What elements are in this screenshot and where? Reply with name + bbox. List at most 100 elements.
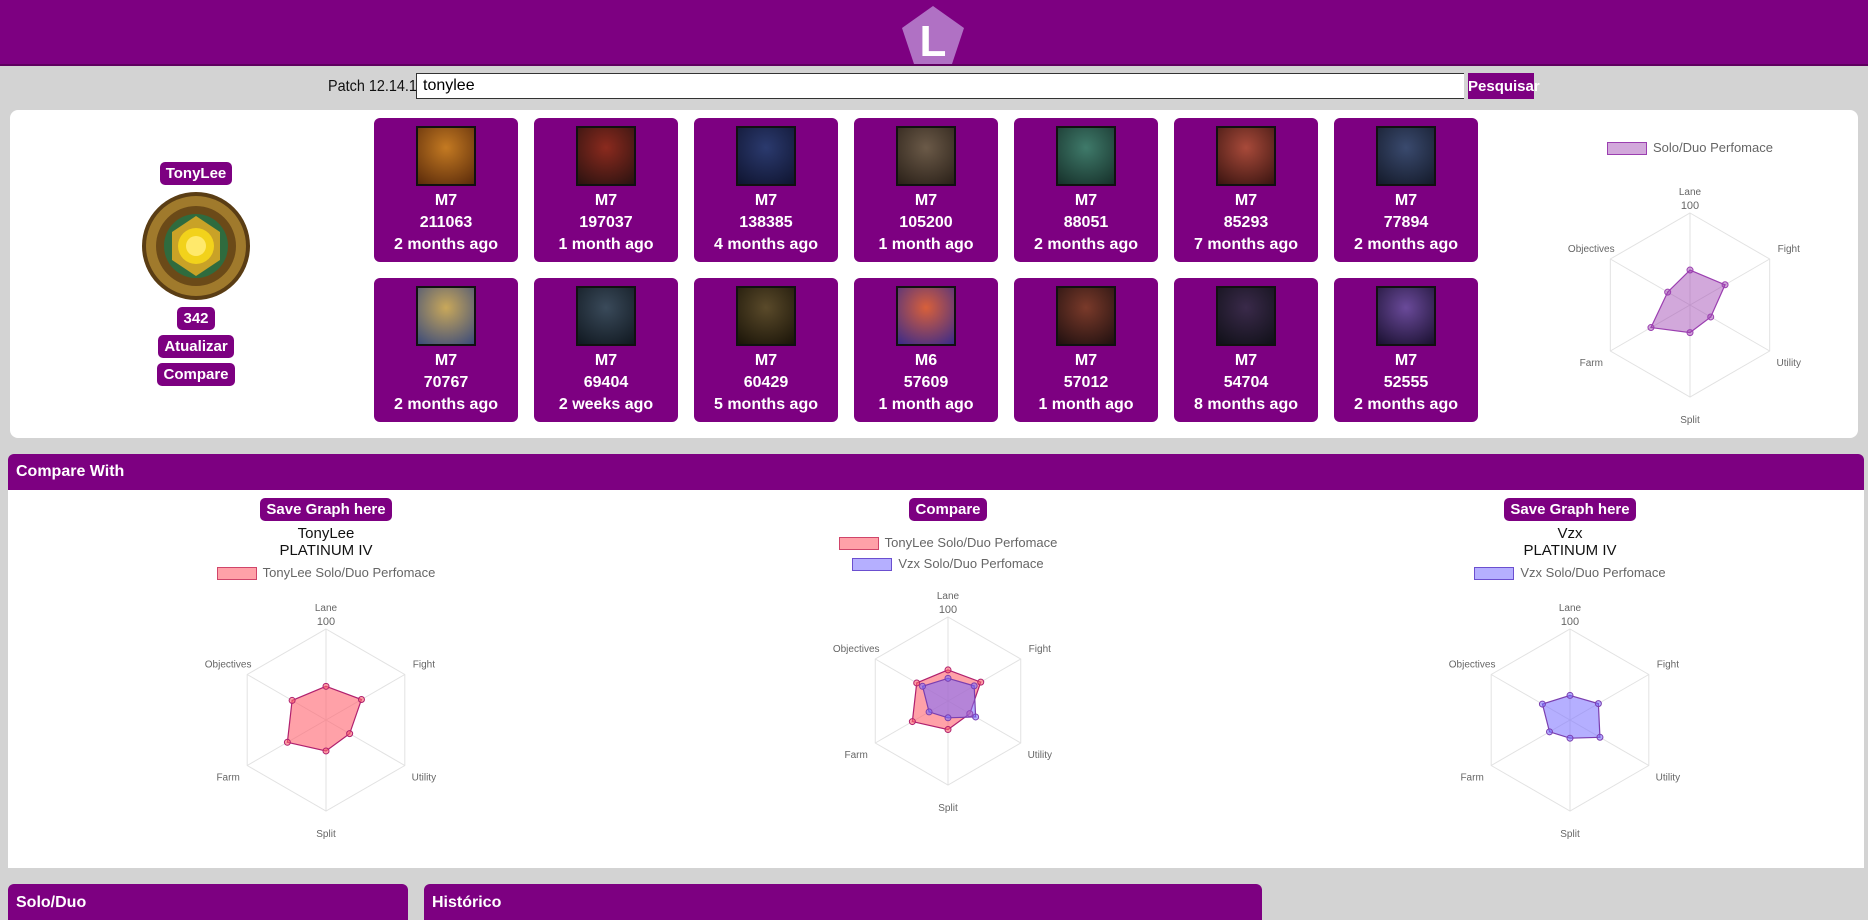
compare-button[interactable]: Compare <box>157 363 235 386</box>
champion-card[interactable]: M7 211063 2 months ago <box>374 118 518 262</box>
radar-data-point <box>322 682 330 690</box>
champion-mastery-points: 88051 <box>1063 214 1109 231</box>
champion-mastery-points: 57012 <box>1063 374 1109 391</box>
radar-data-point <box>925 708 933 716</box>
summoner-name: TonyLee <box>159 162 233 185</box>
radar-axis-label: Split <box>1560 829 1580 840</box>
champion-card[interactable]: M7 54704 8 months ago <box>1174 278 1318 422</box>
radar-data-point <box>288 696 296 704</box>
save-graph-button-right[interactable]: Save Graph here <box>1504 498 1636 521</box>
radar-axis-label: Utility <box>1777 358 1801 369</box>
radar-axis-label: Objectives <box>205 660 252 671</box>
compare-section-header: Compare With <box>8 454 1864 490</box>
champion-card[interactable]: M7 70767 2 months ago <box>374 278 518 422</box>
radar-axis-label: Fight <box>1657 660 1679 671</box>
legend-swatch <box>1607 142 1648 156</box>
champion-last-played: 1 month ago <box>558 236 654 253</box>
history-tab[interactable]: Histórico <box>424 884 1262 920</box>
champion-card[interactable]: M7 197037 1 month ago <box>534 118 678 262</box>
chart-legend: Solo/Duo Perfomace <box>1540 140 1840 156</box>
radar-axis-label: Lane <box>1679 187 1702 198</box>
champion-last-played: 2 months ago <box>1353 236 1458 253</box>
champion-mastery-level: M7 <box>594 192 618 209</box>
compare-left-rank: PLATINUM IV <box>279 542 373 559</box>
champion-card[interactable]: M7 85293 7 months ago <box>1174 118 1318 262</box>
radar-data-point <box>1686 329 1694 337</box>
radar-axis-label: Farm <box>216 773 239 784</box>
radar-svg: Lane Fight Utility Split Farm Objectives 100 <box>1568 187 1801 426</box>
champion-portrait <box>1376 286 1436 346</box>
champion-mastery-points: 60429 <box>743 374 789 391</box>
radar-data-point <box>919 682 927 690</box>
radar-axis-label: Fight <box>1778 244 1800 255</box>
search-input[interactable] <box>416 73 1464 99</box>
radar-data-point <box>1647 324 1655 332</box>
champion-last-played: 4 months ago <box>713 236 818 253</box>
radar-data-point <box>908 718 916 726</box>
champion-card[interactable]: M7 52555 2 months ago <box>1334 278 1478 422</box>
radar-tick-label: 100 <box>939 604 957 616</box>
champion-mastery-points: 57609 <box>903 374 949 391</box>
legend-label: Vzx Solo/Duo Perfomace <box>898 556 1044 572</box>
champion-card[interactable]: M7 105200 1 month ago <box>854 118 998 262</box>
champion-card[interactable]: M7 138385 4 months ago <box>694 118 838 262</box>
compare-graphs-button[interactable]: Compare <box>909 498 987 521</box>
radar-data-point <box>944 674 952 682</box>
champion-last-played: 1 month ago <box>878 236 974 253</box>
champion-portrait <box>416 126 476 186</box>
radar-tick-label: 100 <box>317 616 335 628</box>
radar-data-point <box>913 679 921 687</box>
update-button[interactable]: Atualizar <box>158 335 234 358</box>
app-logo[interactable]: L <box>898 4 968 66</box>
champion-portrait <box>576 286 636 346</box>
champion-mastery-level: M7 <box>1074 192 1098 209</box>
compare-center-column: Compare TonyLee Solo/Duo Perfomace Vzx S… <box>798 498 1098 846</box>
champion-mastery-level: M7 <box>434 192 458 209</box>
champion-mastery-level: M7 <box>1074 352 1098 369</box>
radar-axis-label: Objectives <box>1449 660 1496 671</box>
radar-data-point <box>1686 266 1694 274</box>
radar-data-point <box>1538 700 1546 708</box>
solo-duo-tab[interactable]: Solo/Duo <box>8 884 408 920</box>
legend-label: TonyLee Solo/Duo Perfomace <box>884 535 1058 550</box>
legend-label: TonyLee Solo/Duo Perfomace <box>262 565 436 580</box>
champion-portrait <box>1056 126 1116 186</box>
champion-card[interactable]: M7 60429 5 months ago <box>694 278 838 422</box>
chart-legend: Vzx Solo/Duo Perfomace <box>1420 565 1720 581</box>
radar-axis-label: Lane <box>315 603 338 614</box>
radar-data-point <box>972 713 980 721</box>
champion-card[interactable]: M7 77894 2 months ago <box>1334 118 1478 262</box>
search-button[interactable]: Pesquisar <box>1468 73 1540 99</box>
solo-duo-title: Solo/Duo <box>16 894 87 911</box>
champion-card[interactable]: M7 57012 1 month ago <box>1014 278 1158 422</box>
legend-swatch <box>1474 567 1515 581</box>
radar-data-point <box>944 666 952 674</box>
chart-legend: TonyLee Solo/Duo Perfomace <box>176 565 476 581</box>
save-graph-button-left[interactable]: Save Graph here <box>260 498 392 521</box>
radar-data-point <box>1566 691 1574 699</box>
radar-data-point <box>346 730 354 738</box>
radar-data-point <box>944 714 952 722</box>
champion-last-played: 8 months ago <box>1193 396 1298 413</box>
champion-portrait <box>576 126 636 186</box>
champion-mastery-points: 105200 <box>899 214 953 231</box>
legend-swatch <box>852 558 893 572</box>
champion-portrait <box>1216 286 1276 346</box>
profile-radar-chart: Solo/Duo Perfomace Lane Fight Utility Split… <box>1540 120 1840 440</box>
compare-section: Save Graph here TonyLee PLATINUM IV Tony… <box>8 490 1864 868</box>
radar-axis-label: Split <box>1680 415 1700 426</box>
chart-legend: TonyLee Solo/Duo Perfomace <box>798 535 1098 551</box>
radar-axis-label: Fight <box>1029 644 1051 655</box>
champion-card[interactable]: M6 57609 1 month ago <box>854 278 998 422</box>
champion-mastery-points: 138385 <box>739 214 793 231</box>
champion-last-played: 1 month ago <box>878 396 974 413</box>
champion-mastery-level: M7 <box>1234 352 1258 369</box>
radar-axis-label: Utility <box>412 773 436 784</box>
champion-card[interactable]: M7 69404 2 weeks ago <box>534 278 678 422</box>
champion-portrait <box>736 126 796 186</box>
champion-portrait <box>416 286 476 346</box>
champion-card[interactable]: M7 88051 2 months ago <box>1014 118 1158 262</box>
champion-portrait <box>1376 126 1436 186</box>
legend-label: Solo/Duo Perfomace <box>1653 140 1773 155</box>
champion-portrait <box>896 126 956 186</box>
